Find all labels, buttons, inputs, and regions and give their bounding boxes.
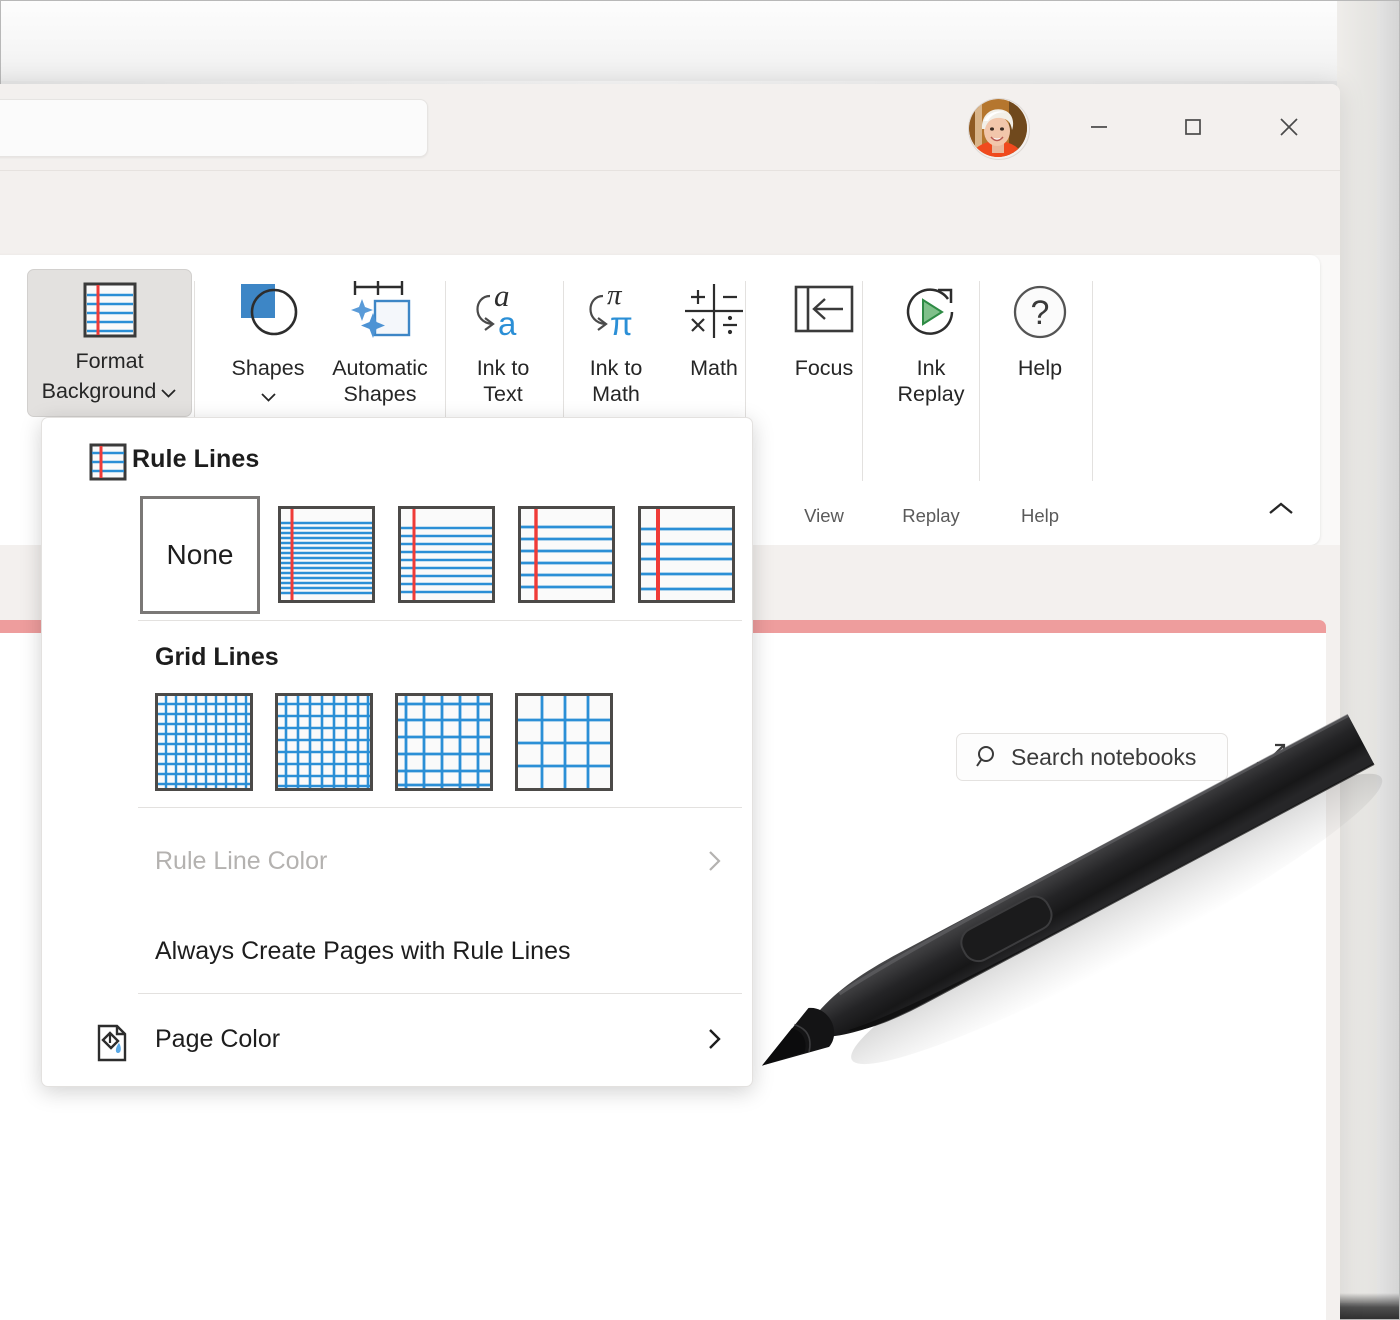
search-notebooks-box[interactable]: Search notebooks [956, 733, 1228, 781]
svg-text:a: a [498, 305, 517, 342]
ribbon-button-label: Ink Replay [898, 355, 965, 407]
chevron-right-icon [704, 1026, 724, 1052]
panel-divider [138, 993, 742, 994]
rule-line-option-wide-ruled[interactable] [518, 506, 615, 603]
close-button[interactable] [1242, 84, 1336, 170]
ribbon-group-label-help: Help [992, 503, 1088, 529]
ribbon-tab-strip [0, 171, 1340, 255]
ink-to-math-icon: π π [577, 275, 655, 349]
expand-diagonal-icon[interactable] [1254, 741, 1288, 780]
rule-line-none-label: None [143, 499, 257, 611]
grid-line-option-medium-grid[interactable] [275, 693, 373, 791]
format-background-menu: Rule Lines None [41, 417, 753, 1087]
grid-lines-title: Grid Lines [155, 643, 279, 672]
page-color-icon [89, 1023, 129, 1068]
grid-line-option-large-grid[interactable] [395, 693, 493, 791]
quick-search-box[interactable] [0, 99, 428, 157]
large-grid-preview [398, 696, 490, 788]
math-icon [679, 275, 749, 349]
minimize-button[interactable] [1052, 84, 1146, 170]
rule-line-option-narrow-ruled[interactable] [278, 506, 375, 603]
search-notebooks-placeholder: Search notebooks [1011, 744, 1196, 771]
chevron-up-icon [1266, 500, 1296, 518]
help-icon: ? [1007, 275, 1073, 349]
desktop-right-panel [1337, 1, 1399, 1319]
svg-text:?: ? [1031, 294, 1050, 332]
ribbon-button-label: Shapes [232, 355, 305, 381]
ink-replay-icon [897, 275, 965, 349]
chevron-down-icon [260, 383, 277, 409]
ribbon-button-label: Ink to Text [477, 355, 530, 407]
avatar[interactable] [968, 98, 1030, 160]
format-background-label: Format Background [28, 346, 191, 407]
ribbon-group-label-view: View [772, 503, 876, 529]
avatar-image [969, 99, 1027, 157]
ribbon-button-math[interactable]: Math [666, 275, 762, 381]
wide-ruled-preview [521, 509, 612, 600]
ribbon-group-separator [1092, 281, 1093, 481]
rule-line-option-standard-ruled[interactable] [638, 506, 735, 603]
ribbon-button-label: Ink to Math [590, 355, 643, 407]
title-bar [0, 84, 1340, 170]
rule-lines-options: None [160, 506, 735, 614]
grid-line-option-very-large-grid[interactable] [515, 693, 613, 791]
ribbon-button-label: Help [1018, 355, 1062, 381]
rule-lines-icon [89, 443, 127, 486]
desktop-right-edge [1377, 1, 1399, 1319]
rule-line-option-none[interactable]: None [140, 496, 260, 614]
ribbon-button-automatic-shapes[interactable]: Automatic Shapes [321, 275, 439, 407]
standard-ruled-preview [641, 509, 732, 600]
maximize-button[interactable] [1146, 84, 1240, 170]
ribbon-button-ink-to-math[interactable]: π π Ink to Math [562, 275, 670, 407]
ribbon-button-help[interactable]: ? Help Help [992, 275, 1088, 381]
ribbon-group-separator [862, 281, 863, 481]
maximize-icon [1182, 116, 1204, 138]
menu-item-label: Page Color [155, 1025, 280, 1054]
grid-line-option-small-grid[interactable] [155, 693, 253, 791]
panel-divider [138, 807, 742, 808]
rule-lines-icon [79, 274, 141, 346]
shapes-icon [232, 275, 304, 349]
ribbon-button-shapes[interactable]: Shapes [219, 275, 317, 409]
format-background-text: Format Background [42, 349, 157, 403]
minimize-icon [1088, 116, 1110, 138]
medium-grid-preview [278, 696, 370, 788]
rule-line-option-college-ruled[interactable] [398, 506, 495, 603]
desktop-top-band [1, 1, 1399, 81]
menu-item-rule-line-color[interactable]: Rule Line Color [42, 830, 753, 892]
panel-header: Rule Lines [89, 445, 259, 474]
automatic-shapes-icon [340, 275, 420, 349]
chevron-down-icon [160, 377, 177, 407]
narrow-ruled-preview [281, 509, 372, 600]
college-ruled-preview [401, 509, 492, 600]
search-icon [975, 744, 1001, 770]
format-background-button[interactable]: Format Background [27, 269, 192, 417]
small-grid-preview [158, 696, 250, 788]
panel-title: Rule Lines [132, 445, 259, 474]
ink-to-text-icon: a a [464, 275, 542, 349]
very-large-grid-preview [518, 696, 610, 788]
ribbon-group-separator [979, 281, 980, 481]
close-icon [1277, 115, 1301, 139]
svg-text:π: π [610, 305, 633, 342]
panel-divider [138, 620, 742, 621]
grid-lines-options [155, 693, 613, 791]
menu-item-label: Rule Line Color [155, 847, 327, 876]
menu-item-label: Always Create Pages with Rule Lines [155, 937, 570, 966]
chevron-right-icon [704, 848, 724, 874]
ribbon-button-focus[interactable]: Focus View [772, 275, 876, 381]
menu-item-page-color[interactable]: Page Color [42, 1008, 753, 1070]
focus-icon [791, 275, 857, 349]
ribbon-collapse-button[interactable] [1266, 500, 1296, 523]
ribbon-button-label: Automatic Shapes [332, 355, 428, 407]
ribbon-button-ink-replay[interactable]: Ink Replay Replay [878, 275, 984, 407]
ribbon-button-label: Focus [795, 355, 854, 381]
ribbon-button-label: Math [690, 355, 738, 381]
ribbon-button-ink-to-text[interactable]: a a Ink to Text [449, 275, 557, 407]
ribbon-group-label-replay: Replay [878, 503, 984, 529]
menu-item-always-create-pages[interactable]: Always Create Pages with Rule Lines [42, 920, 753, 982]
